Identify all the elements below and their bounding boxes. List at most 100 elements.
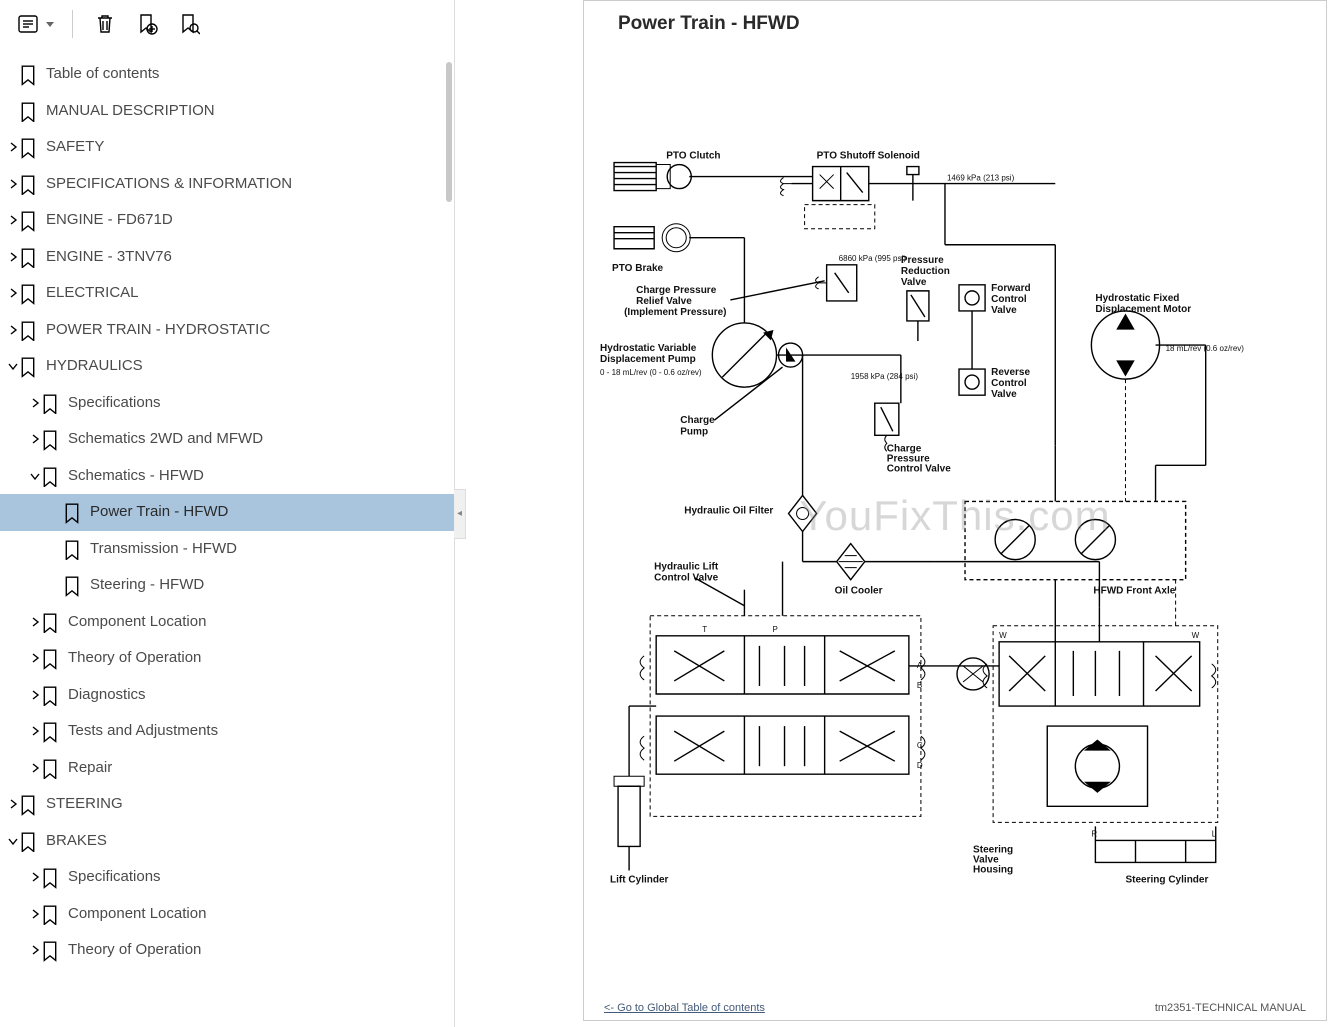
expander-icon[interactable] bbox=[28, 432, 42, 446]
find-bookmark-button[interactable] bbox=[175, 10, 203, 38]
svg-text:PTO Brake: PTO Brake bbox=[612, 263, 663, 274]
bookmark-icon bbox=[42, 941, 58, 959]
tree-item[interactable]: Power Train - HFWD bbox=[0, 494, 454, 531]
expander-icon[interactable] bbox=[6, 140, 20, 154]
svg-text:R: R bbox=[1091, 829, 1097, 838]
tree-item-label: HYDRAULICS bbox=[46, 355, 143, 378]
expander-icon[interactable] bbox=[6, 359, 20, 373]
expander-icon[interactable] bbox=[6, 250, 20, 264]
tree-item-label: Theory of Operation bbox=[68, 939, 201, 962]
tree-item[interactable]: Transmission - HFWD bbox=[0, 531, 454, 568]
svg-text:ReverseControlValve: ReverseControlValve bbox=[991, 367, 1030, 400]
tree-item[interactable]: Specifications bbox=[0, 859, 454, 896]
expander-icon[interactable] bbox=[28, 396, 42, 410]
bookmark-icon bbox=[20, 102, 36, 120]
tree-item-label: Power Train - HFWD bbox=[90, 501, 228, 524]
tree-item-label: SPECIFICATIONS & INFORMATION bbox=[46, 173, 292, 196]
expander-icon[interactable] bbox=[28, 724, 42, 738]
tree-item-label: Schematics 2WD and MFWD bbox=[68, 428, 263, 451]
tree-item[interactable]: ENGINE - FD671D bbox=[0, 202, 454, 239]
tree-item-label: BRAKES bbox=[46, 830, 107, 853]
tree-item[interactable]: Table of contents bbox=[0, 56, 454, 93]
svg-text:PTO Shutoff Solenoid: PTO Shutoff Solenoid bbox=[817, 151, 920, 162]
svg-text:Lift Cylinder: Lift Cylinder bbox=[610, 875, 669, 886]
tree-item[interactable]: Component Location bbox=[0, 604, 454, 641]
expander-icon[interactable] bbox=[28, 870, 42, 884]
svg-text:PTO Clutch: PTO Clutch bbox=[666, 151, 720, 162]
tree-item[interactable]: Tests and Adjustments bbox=[0, 713, 454, 750]
svg-text:Hydraulic Oil Filter: Hydraulic Oil Filter bbox=[684, 505, 773, 516]
scrollbar-thumb[interactable] bbox=[446, 62, 452, 202]
svg-text:D: D bbox=[917, 761, 923, 770]
bookmark-icon bbox=[20, 795, 36, 813]
tree-item[interactable]: Specifications bbox=[0, 385, 454, 422]
bookmark-icon bbox=[20, 321, 36, 339]
footer-toc-link[interactable]: <- Go to Global Table of contents bbox=[604, 1002, 765, 1014]
expander-icon[interactable] bbox=[28, 651, 42, 665]
tree-item[interactable]: Theory of Operation bbox=[0, 932, 454, 969]
tree-item-label: Diagnostics bbox=[68, 684, 146, 707]
tree-item[interactable]: Steering - HFWD bbox=[0, 567, 454, 604]
bookmark-icon bbox=[42, 613, 58, 631]
sidebar-collapse-handle[interactable]: ◂ bbox=[454, 489, 466, 539]
tree-item[interactable]: Component Location bbox=[0, 896, 454, 933]
expander-icon[interactable] bbox=[28, 943, 42, 957]
tree-item[interactable]: MANUAL DESCRIPTION bbox=[0, 93, 454, 130]
tree-item[interactable]: ELECTRICAL bbox=[0, 275, 454, 312]
svg-text:6860 kPa (995 psi): 6860 kPa (995 psi) bbox=[839, 254, 907, 263]
svg-text:Hydraulic LiftControl Valve: Hydraulic LiftControl Valve bbox=[654, 562, 719, 584]
expander-icon[interactable] bbox=[6, 213, 20, 227]
expander-icon[interactable] bbox=[6, 797, 20, 811]
tree-item[interactable]: Diagnostics bbox=[0, 677, 454, 714]
svg-text:Steering Cylinder: Steering Cylinder bbox=[1125, 875, 1208, 886]
document-page: Power Train - HFWD PTO Clutch PTO Brake … bbox=[583, 0, 1327, 1021]
tree-item-label: Specifications bbox=[68, 392, 161, 415]
svg-text:B: B bbox=[917, 681, 922, 690]
expander-icon[interactable] bbox=[28, 615, 42, 629]
bookmark-icon bbox=[20, 284, 36, 302]
bookmark-icon bbox=[64, 576, 80, 594]
svg-text:HFWD Front Axle: HFWD Front Axle bbox=[1093, 586, 1175, 597]
expander-icon[interactable] bbox=[6, 323, 20, 337]
expander-icon[interactable] bbox=[6, 834, 20, 848]
tree-item[interactable]: Schematics 2WD and MFWD bbox=[0, 421, 454, 458]
svg-text:1469 kPa (213 psi): 1469 kPa (213 psi) bbox=[947, 174, 1015, 183]
svg-text:PressureReductionValve: PressureReductionValve bbox=[901, 255, 950, 288]
tree-item[interactable]: STEERING bbox=[0, 786, 454, 823]
add-bookmark-button[interactable] bbox=[133, 10, 161, 38]
bookmark-toolbar bbox=[0, 0, 454, 48]
bookmark-icon bbox=[42, 430, 58, 448]
expander-icon[interactable] bbox=[28, 469, 42, 483]
tree-item[interactable]: Schematics - HFWD bbox=[0, 458, 454, 495]
bookmark-icon bbox=[20, 175, 36, 193]
options-button[interactable] bbox=[14, 10, 54, 38]
expander-icon[interactable] bbox=[6, 286, 20, 300]
svg-text:ChargePressureControl Valve: ChargePressureControl Valve bbox=[887, 443, 951, 474]
expander-icon[interactable] bbox=[28, 907, 42, 921]
tree-item[interactable]: HYDRAULICS bbox=[0, 348, 454, 385]
svg-text:P: P bbox=[772, 625, 777, 634]
tree-item-label: Transmission - HFWD bbox=[90, 538, 237, 561]
divider bbox=[72, 10, 73, 38]
tree-item[interactable]: SAFETY bbox=[0, 129, 454, 166]
expander-icon[interactable] bbox=[6, 177, 20, 191]
svg-text:W: W bbox=[1192, 631, 1200, 640]
tree-item-label: ELECTRICAL bbox=[46, 282, 139, 305]
svg-text:ChargePump: ChargePump bbox=[680, 415, 715, 437]
bookmark-icon bbox=[20, 832, 36, 850]
delete-bookmark-button[interactable] bbox=[91, 10, 119, 38]
tree-item[interactable]: ENGINE - 3TNV76 bbox=[0, 239, 454, 276]
expander-icon[interactable] bbox=[28, 761, 42, 775]
page-title: Power Train - HFWD bbox=[618, 13, 800, 35]
expander-icon[interactable] bbox=[28, 688, 42, 702]
tree-item[interactable]: Theory of Operation bbox=[0, 640, 454, 677]
tree-item-label: MANUAL DESCRIPTION bbox=[46, 100, 215, 123]
tree-item[interactable]: BRAKES bbox=[0, 823, 454, 860]
tree-item[interactable]: Repair bbox=[0, 750, 454, 787]
tree-item[interactable]: SPECIFICATIONS & INFORMATION bbox=[0, 166, 454, 203]
bookmark-tree[interactable]: Table of contents MANUAL DESCRIPTION SAFET… bbox=[0, 48, 454, 1027]
svg-text:ForwardControlValve: ForwardControlValve bbox=[991, 283, 1031, 316]
tree-item-label: Theory of Operation bbox=[68, 647, 201, 670]
tree-item[interactable]: POWER TRAIN - HYDROSTATIC bbox=[0, 312, 454, 349]
svg-text:C: C bbox=[917, 741, 923, 750]
